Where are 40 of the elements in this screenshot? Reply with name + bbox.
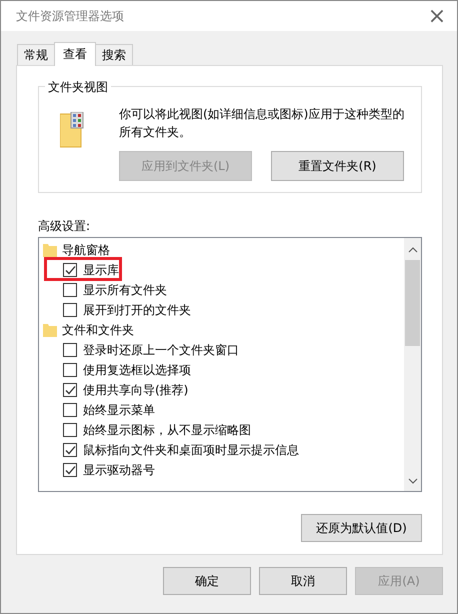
restore-defaults-button[interactable]: 还原为默认值(D)	[301, 514, 422, 542]
option-label: 显示库	[83, 262, 119, 278]
scrollbar[interactable]	[404, 238, 421, 491]
checkbox[interactable]	[63, 303, 77, 317]
option-label: 始终显示菜单	[83, 402, 155, 418]
scroll-down-icon[interactable]	[408, 477, 418, 485]
folder-icon	[43, 243, 57, 257]
checkbox[interactable]	[63, 283, 77, 297]
group-label: 导航窗格	[62, 242, 110, 258]
checkbox[interactable]	[63, 383, 77, 397]
dialog-button[interactable]: 确定	[163, 567, 251, 595]
option-label: 显示驱动器号	[83, 462, 155, 478]
option-label: 显示所有文件夹	[83, 282, 167, 298]
option-label: 登录时还原上一个文件夹窗口	[83, 342, 239, 358]
tab[interactable]: 搜索	[95, 44, 133, 65]
group-title: 文件夹视图	[45, 79, 111, 96]
option-label: 使用复选框以选择项	[83, 362, 191, 378]
scroll-up-icon[interactable]	[408, 246, 418, 254]
tab[interactable]: 查看	[54, 42, 96, 66]
folder-icon	[43, 323, 57, 337]
description-text: 你可以将此视图(如详细信息或图标)应用于这种类型的所有文件夹。	[119, 106, 406, 141]
checkbox[interactable]	[63, 463, 77, 477]
option-label: 始终显示图标，从不显示缩略图	[83, 422, 251, 438]
checkbox[interactable]	[63, 263, 77, 277]
checkbox[interactable]	[63, 343, 77, 357]
option-label: 鼠标指向文件夹和桌面项时显示提示信息	[83, 442, 299, 458]
window-title: 文件资源管理器选项	[16, 8, 124, 24]
checkbox[interactable]	[63, 423, 77, 437]
checkbox[interactable]	[63, 403, 77, 417]
dialog-button[interactable]: 取消	[259, 567, 347, 595]
checkbox[interactable]	[63, 443, 77, 457]
folder-icon	[60, 112, 84, 148]
advanced-label: 高级设置:	[38, 218, 92, 234]
option-label: 使用共享向导(推荐)	[83, 382, 188, 398]
folder-view-button[interactable]: 重置文件夹(R)	[271, 151, 404, 181]
checkbox[interactable]	[63, 363, 77, 377]
tab[interactable]: 常规	[17, 44, 55, 65]
option-label: 展开到打开的文件夹	[83, 302, 191, 318]
close-button[interactable]: ×	[417, 1, 457, 31]
group-label: 文件和文件夹	[62, 322, 134, 338]
